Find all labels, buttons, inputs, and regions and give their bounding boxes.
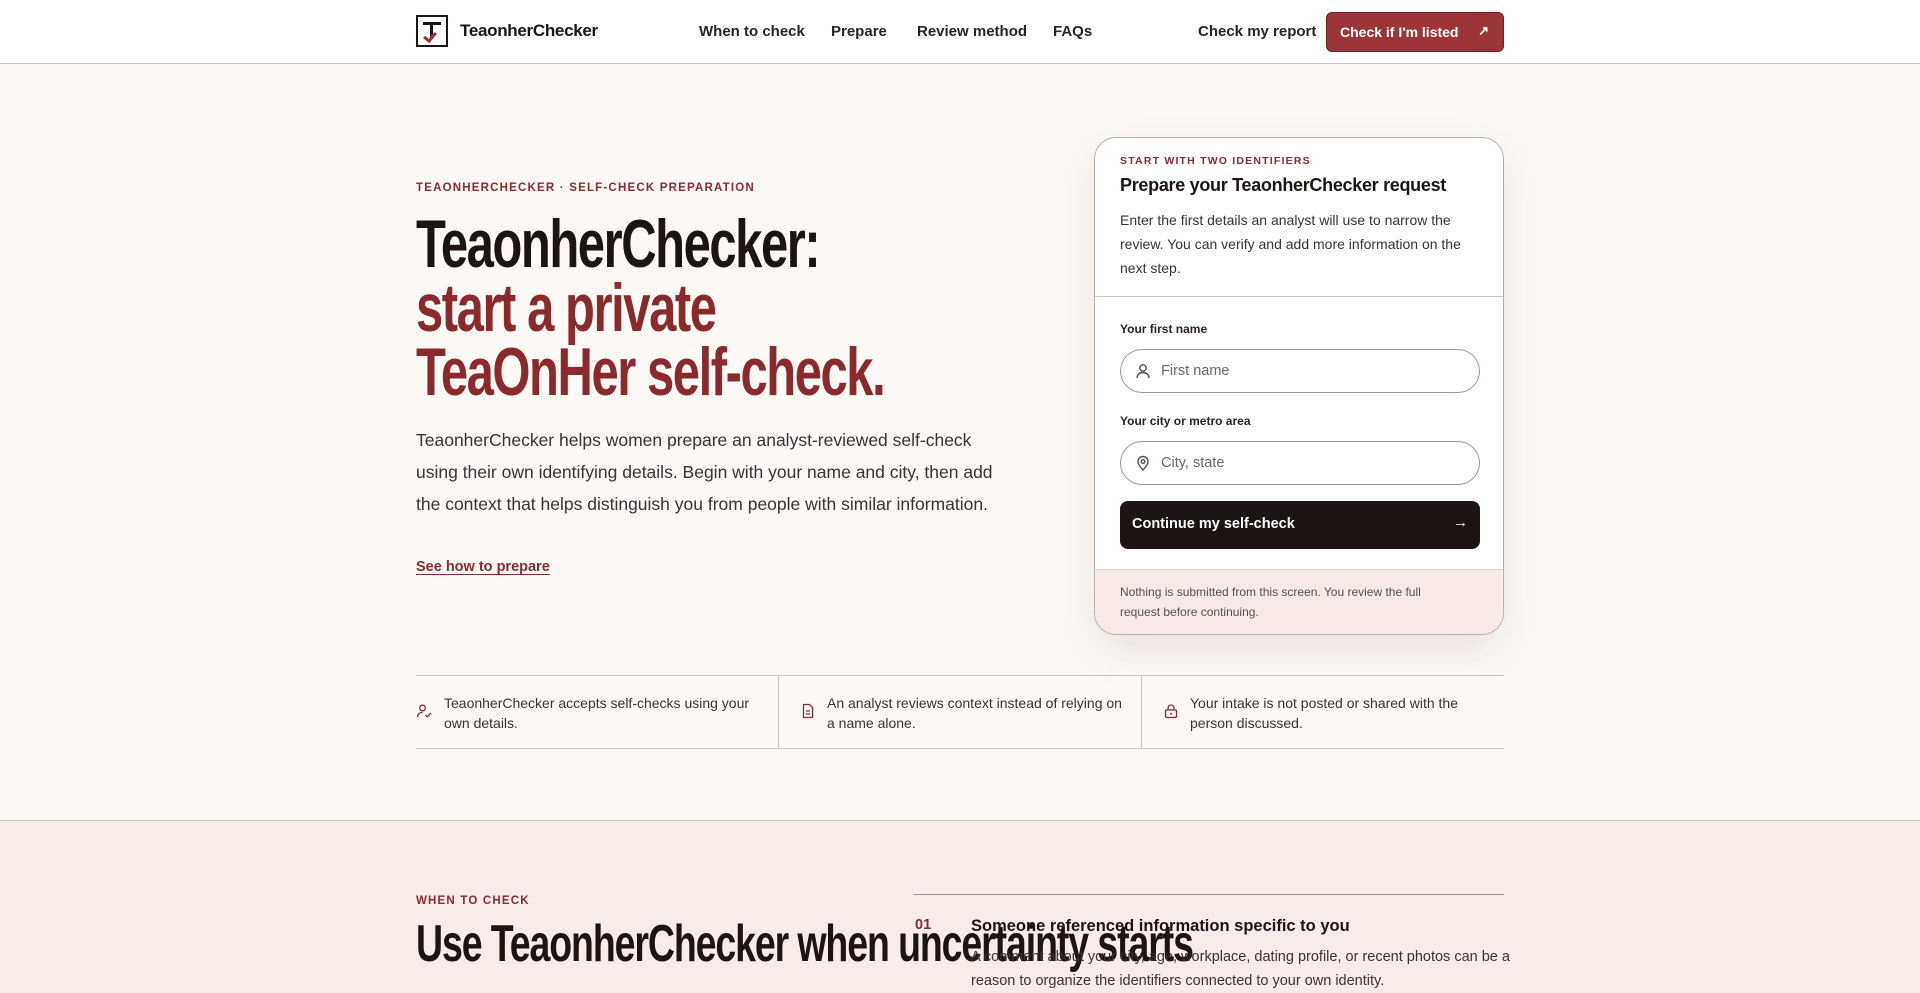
self-check-form-card: START WITH TWO IDENTIFIERS Prepare your … — [1094, 137, 1504, 635]
feature-text: TeaonherChecker accepts self-checks usin… — [444, 695, 750, 731]
item-divider — [914, 894, 1504, 895]
city-label: Your city or metro area — [1120, 414, 1251, 428]
feature-item: TeaonherChecker accepts self-checks usin… — [416, 676, 778, 748]
first-name-field[interactable] — [1120, 349, 1480, 393]
feature-text: Your intake is not posted or shared with… — [1190, 695, 1458, 731]
person-icon — [1136, 364, 1150, 379]
hero-eyebrow: TEAONHERCHECKER · SELF-CHECK PREPARATION — [416, 182, 755, 194]
nav-faqs[interactable]: FAQs — [1053, 23, 1092, 40]
check-if-listed-label: Check if I'm listed — [1340, 24, 1459, 40]
item-title: Someone referenced information specific … — [971, 917, 1350, 935]
card-title: Prepare your TeaonherChecker request — [1120, 175, 1446, 195]
nav-when-to-check[interactable]: When to check — [699, 23, 805, 40]
continue-label: Continue my self-check — [1132, 516, 1295, 532]
card-footnote: Nothing is submitted from this screen. Y… — [1120, 585, 1421, 619]
hero-title: TeaonherChecker: start a private TeaOnHe… — [416, 206, 886, 410]
item-number: 01 — [915, 917, 932, 933]
check-my-report-link[interactable]: Check my report — [1198, 23, 1316, 40]
continue-self-check-button[interactable]: Continue my self-check → — [1120, 501, 1480, 549]
hero-title-line2: start a private — [416, 270, 717, 346]
card-description: Enter the first details an analyst will … — [1120, 212, 1461, 276]
site-header: TeaonherChecker When to check Prepare Re… — [0, 0, 1920, 64]
user-check-icon — [416, 704, 432, 718]
feature-strip: TeaonherChecker accepts self-checks usin… — [416, 675, 1504, 749]
see-how-to-prepare-link[interactable]: See how to prepare — [416, 559, 550, 575]
lock-icon — [1164, 704, 1178, 719]
first-name-input[interactable] — [1161, 350, 1461, 392]
arrow-right-icon: → — [1453, 514, 1468, 531]
check-if-listed-button[interactable]: Check if I'm listed ↗ — [1326, 12, 1504, 52]
card-divider — [1095, 296, 1503, 297]
item-body: A comment about your city, age, workplac… — [971, 949, 1510, 989]
city-input[interactable] — [1161, 442, 1461, 484]
card-footnote-area: Nothing is submitted from this screen. Y… — [1095, 569, 1503, 634]
card-eyebrow: START WITH TWO IDENTIFIERS — [1120, 155, 1311, 167]
city-field[interactable] — [1120, 441, 1480, 485]
brand-name[interactable]: TeaonherChecker — [460, 21, 598, 41]
logo-icon[interactable] — [416, 15, 448, 47]
feature-item: An analyst reviews context instead of re… — [778, 676, 1140, 748]
feature-text: An analyst reviews context instead of re… — [827, 695, 1122, 731]
first-name-label: Your first name — [1120, 322, 1208, 336]
document-icon — [802, 703, 814, 719]
nav-review-method[interactable]: Review method — [917, 23, 1027, 40]
hero-description: TeaonherChecker helps women prepare an a… — [416, 430, 993, 514]
when-to-check-eyebrow: WHEN TO CHECK — [416, 895, 530, 907]
feature-item: Your intake is not posted or shared with… — [1141, 676, 1503, 748]
map-pin-icon — [1137, 455, 1149, 471]
nav-prepare[interactable]: Prepare — [831, 23, 887, 40]
external-arrow-icon: ↗ — [1478, 23, 1489, 38]
when-to-check-section: WHEN TO CHECK Use TeaonherChecker when u… — [0, 820, 1920, 993]
hero-title-line3: TeaOnHer self-check. — [416, 334, 886, 410]
hero-title-line1: TeaonherChecker: — [416, 206, 821, 282]
